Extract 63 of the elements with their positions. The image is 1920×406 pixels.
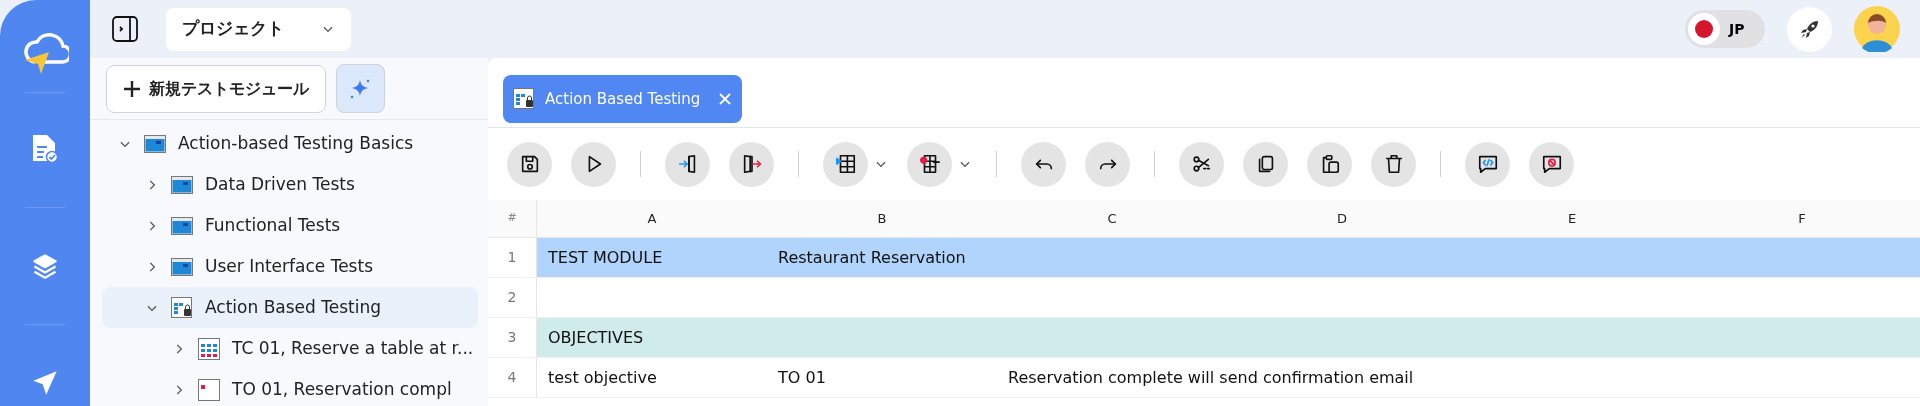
row-number-header: # <box>488 200 537 237</box>
project-dropdown[interactable]: プロジェクト <box>166 7 351 51</box>
door-enter-button[interactable] <box>665 141 710 187</box>
ai-sparkle-button[interactable] <box>336 64 385 113</box>
table-cell-text: TEST MODULE <box>547 246 664 269</box>
column-header[interactable]: C <box>997 200 1227 237</box>
language-toggle[interactable]: JP <box>1685 10 1765 48</box>
comment-blocked-button[interactable] <box>1529 141 1574 187</box>
table-cell-text: Reservation complete will send confirmation email <box>1007 366 1415 389</box>
tree-item[interactable]: Action Based Testing <box>102 287 478 328</box>
tree-item[interactable]: Action-based Testing Basics <box>102 123 478 164</box>
column-header[interactable]: D <box>1227 200 1457 237</box>
undo-button[interactable] <box>1021 141 1066 187</box>
tree-item[interactable]: TC 01, Reserve a table at r... <box>102 328 478 369</box>
spreadsheet-icon <box>198 337 220 360</box>
sidebar-toggle-icon[interactable] <box>112 16 138 42</box>
grid-lock-icon <box>513 88 535 110</box>
floppy-disk-button[interactable] <box>507 141 552 187</box>
play-button[interactable] <box>571 141 616 187</box>
folder-icon <box>171 175 193 194</box>
document-check-icon[interactable] <box>31 133 59 163</box>
japan-flag-icon <box>1688 13 1720 45</box>
table-cell-text: TO 01 <box>777 366 827 389</box>
folder-icon <box>144 134 166 153</box>
redo-button[interactable] <box>1085 141 1130 187</box>
table-row[interactable]: OBJECTIVES <box>537 318 1920 357</box>
scissors-button[interactable] <box>1179 141 1224 187</box>
table-delete-icon <box>918 153 941 175</box>
column-header[interactable]: F <box>1687 200 1917 237</box>
grid-lock-icon <box>171 296 193 319</box>
column-header[interactable]: A <box>537 200 767 237</box>
cloud-logo-icon[interactable] <box>21 30 69 76</box>
column-header[interactable]: B <box>767 200 997 237</box>
door-exit-button[interactable] <box>729 141 774 187</box>
tree-item[interactable]: Data Driven Tests <box>102 164 478 205</box>
folder-icon <box>171 257 193 276</box>
table-insert-button[interactable] <box>823 141 868 187</box>
folder-icon <box>171 216 193 235</box>
copy-button[interactable] <box>1243 141 1288 187</box>
paste-button[interactable] <box>1307 141 1352 187</box>
table-insert-icon <box>834 153 857 175</box>
rocket-button[interactable] <box>1787 6 1832 52</box>
tree-item[interactable]: User Interface Tests <box>102 246 478 287</box>
column-header[interactable]: E <box>1457 200 1687 237</box>
tree-item[interactable]: TO 01, Reservation compl <box>102 369 478 406</box>
plus-icon <box>123 79 141 98</box>
document-icon <box>198 378 220 401</box>
table-cell-text: OBJECTIVES <box>547 326 645 349</box>
table-row[interactable]: TEST MODULE Restaurant Reservation <box>537 238 1920 277</box>
table-cell-text: Restaurant Reservation <box>777 246 967 269</box>
avatar[interactable] <box>1854 6 1900 52</box>
tree-item[interactable]: Functional Tests <box>102 205 478 246</box>
code-comment-button[interactable] <box>1465 141 1510 187</box>
close-icon[interactable] <box>718 92 733 106</box>
send-icon[interactable] <box>31 369 59 397</box>
table-delete-button[interactable] <box>907 141 952 187</box>
scissors-icon <box>1190 153 1213 175</box>
code-comment-icon <box>1476 153 1499 175</box>
new-test-module-button[interactable]: 新規テストモジュール <box>106 64 326 113</box>
comment-blocked-icon <box>1540 153 1563 175</box>
trash-button[interactable] <box>1371 141 1416 187</box>
table-cell-text: test objective <box>547 366 658 389</box>
layers-icon[interactable] <box>31 252 59 280</box>
